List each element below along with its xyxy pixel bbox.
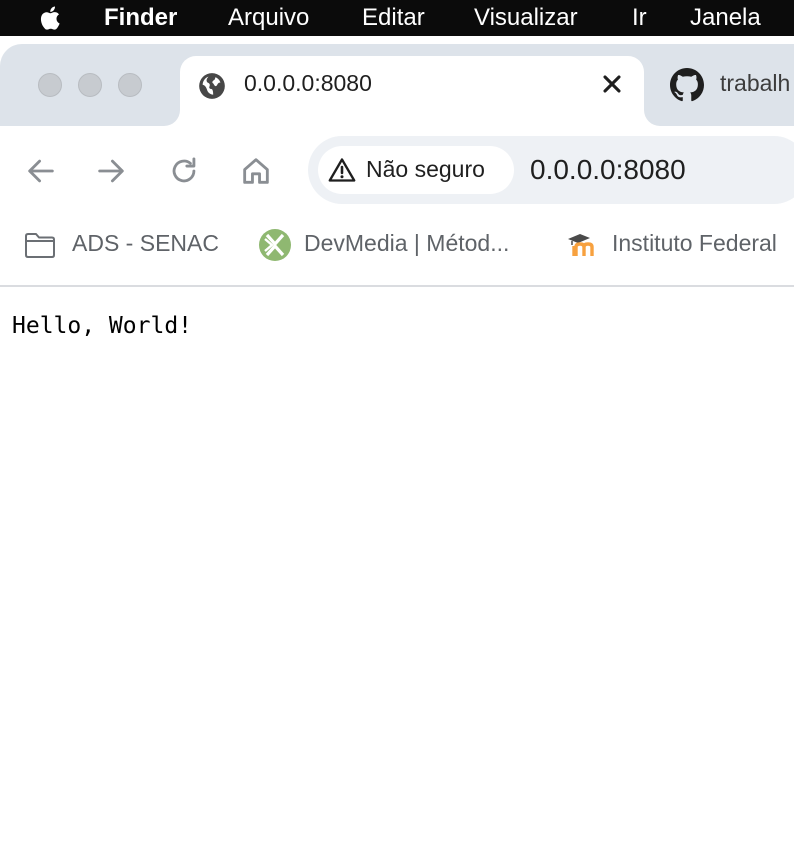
- bookmark-label: Instituto Federal: [612, 230, 777, 256]
- window-zoom-light[interactable]: [118, 73, 142, 97]
- menu-finder[interactable]: Finder: [104, 4, 177, 32]
- tab-inactive[interactable]: trabalh: [660, 56, 794, 116]
- page-text: Hello, World!: [12, 313, 193, 339]
- tab-corner-left: [164, 110, 180, 126]
- close-tab-icon[interactable]: [598, 70, 626, 98]
- forward-arrow-icon[interactable]: [94, 154, 128, 188]
- menu-ir[interactable]: Ir: [632, 4, 647, 32]
- tab-corner-right: [644, 110, 660, 126]
- back-arrow-icon[interactable]: [24, 154, 58, 188]
- menu-arquivo[interactable]: Arquivo: [228, 4, 309, 32]
- bookmark-label: DevMedia | Métod...: [304, 230, 510, 256]
- menu-visualizar[interactable]: Visualizar: [474, 4, 578, 32]
- page-content: Hello, World!: [0, 287, 794, 848]
- folder-icon: [25, 233, 55, 258]
- bookmark-label: ADS - SENAC: [72, 230, 219, 256]
- apple-logo-icon[interactable]: [36, 3, 66, 33]
- tab-title: 0.0.0.0:8080: [244, 70, 372, 96]
- security-indicator[interactable]: Não seguro: [318, 146, 514, 194]
- menu-editar[interactable]: Editar: [362, 4, 425, 32]
- warning-triangle-icon: [328, 158, 356, 182]
- tab-title: trabalh: [720, 70, 791, 96]
- bookmark-ads-senac[interactable]: ADS - SENAC: [24, 228, 234, 262]
- reload-icon[interactable]: [167, 154, 201, 188]
- moodle-icon: [568, 234, 594, 256]
- bookmark-instituto-federal[interactable]: Instituto Federal: [566, 228, 794, 262]
- menu-janela[interactable]: Janela: [690, 4, 761, 32]
- url-text[interactable]: 0.0.0.0:8080: [530, 154, 686, 186]
- desktop-gap: [0, 36, 794, 44]
- security-label: Não seguro: [366, 156, 485, 182]
- macos-menu-bar: Finder Arquivo Editar Visualizar Ir Jane…: [0, 0, 794, 36]
- window-close-light[interactable]: [38, 73, 62, 97]
- window-minimize-light[interactable]: [78, 73, 102, 97]
- home-icon[interactable]: [239, 154, 273, 188]
- github-icon: [670, 68, 704, 102]
- globe-icon: [199, 73, 225, 99]
- devmedia-icon: [259, 229, 291, 261]
- tab-active[interactable]: 0.0.0.0:8080: [180, 56, 644, 126]
- bookmark-devmedia[interactable]: DevMedia | Métod...: [258, 228, 538, 262]
